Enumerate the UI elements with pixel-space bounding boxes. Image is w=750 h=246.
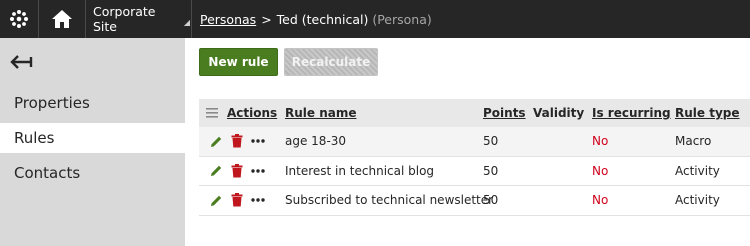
top-bar: Corporate Site ◢ Personas > Ted (technic… bbox=[0, 0, 750, 38]
delete-button[interactable] bbox=[229, 192, 245, 208]
is-recurring-cell: No bbox=[592, 193, 609, 208]
breadcrumb-current: Ted (technical) bbox=[276, 11, 369, 27]
breadcrumb: Personas > Ted (technical) (Persona) bbox=[192, 0, 432, 38]
more-dots-icon bbox=[251, 139, 265, 143]
breadcrumb-separator: > bbox=[261, 11, 272, 27]
more-dots-icon bbox=[251, 169, 265, 173]
breadcrumb-current-type: (Persona) bbox=[372, 11, 432, 27]
sidebar: Properties Rules Contacts bbox=[0, 38, 185, 246]
arrow-left-icon bbox=[10, 55, 33, 69]
home-icon bbox=[52, 10, 72, 28]
sidebar-item-rules[interactable]: Rules bbox=[0, 123, 185, 153]
rule-name-cell: Subscribed to technical newsletter bbox=[285, 193, 494, 208]
kentico-logo-icon bbox=[10, 10, 28, 28]
home-button[interactable] bbox=[39, 0, 85, 38]
row-actions bbox=[208, 157, 271, 186]
trash-icon bbox=[231, 193, 243, 207]
table-row: Interest in technical blog 50 No Activit… bbox=[199, 156, 750, 186]
is-recurring-cell: No bbox=[592, 134, 609, 149]
pencil-icon bbox=[210, 195, 221, 206]
rule-name-cell: age 18-30 bbox=[285, 134, 347, 149]
edit-button[interactable] bbox=[208, 192, 224, 208]
pencil-icon bbox=[210, 136, 221, 147]
breadcrumb-link-personas[interactable]: Personas bbox=[200, 12, 256, 27]
header-is-recurring[interactable]: Is recurring bbox=[592, 99, 671, 127]
edit-button[interactable] bbox=[208, 133, 224, 149]
table-row: Subscribed to technical newsletter 50 No… bbox=[199, 186, 750, 216]
recalculate-button: Recalculate bbox=[284, 48, 378, 76]
new-rule-button[interactable]: New rule bbox=[199, 48, 278, 76]
rule-type-cell: Macro bbox=[675, 134, 712, 149]
app-logo[interactable] bbox=[0, 0, 38, 38]
edit-button[interactable] bbox=[208, 163, 224, 179]
header-rule-name[interactable]: Rule name bbox=[285, 99, 357, 127]
header-rule-type[interactable]: Rule type bbox=[675, 99, 740, 127]
trash-icon bbox=[231, 134, 243, 148]
sidebar-item-contacts[interactable]: Contacts bbox=[0, 158, 185, 188]
caret-down-icon: ◢ bbox=[183, 17, 190, 27]
row-actions bbox=[208, 127, 271, 156]
column-menu-icon bbox=[206, 108, 218, 118]
is-recurring-cell: No bbox=[592, 163, 609, 178]
more-dots-icon bbox=[251, 198, 265, 202]
delete-button[interactable] bbox=[229, 163, 245, 179]
points-cell: 50 bbox=[483, 193, 499, 208]
points-cell: 50 bbox=[483, 163, 499, 178]
sidebar-item-properties[interactable]: Properties bbox=[0, 88, 185, 118]
site-selector[interactable]: Corporate Site ◢ bbox=[86, 0, 190, 38]
site-selector-label: Corporate Site bbox=[93, 4, 156, 34]
rules-table: Actions Rule name Points Validity Is rec… bbox=[199, 99, 750, 216]
more-actions-button[interactable] bbox=[250, 192, 266, 208]
header-points[interactable]: Points bbox=[483, 99, 526, 127]
rule-type-cell: Activity bbox=[675, 163, 720, 178]
rule-name-cell: Interest in technical blog bbox=[285, 163, 435, 178]
rule-type-cell: Activity bbox=[675, 193, 720, 208]
more-actions-button[interactable] bbox=[250, 133, 266, 149]
trash-icon bbox=[231, 163, 243, 178]
column-menu-button[interactable] bbox=[206, 99, 218, 127]
header-validity: Validity bbox=[533, 106, 585, 120]
more-actions-button[interactable] bbox=[250, 163, 266, 179]
table-row: age 18-30 50 No Macro bbox=[199, 127, 750, 157]
points-cell: 50 bbox=[483, 134, 499, 149]
pencil-icon bbox=[210, 166, 221, 177]
header-actions[interactable]: Actions bbox=[227, 99, 277, 127]
row-actions bbox=[208, 186, 271, 215]
delete-button[interactable] bbox=[229, 133, 245, 149]
table-header: Actions Rule name Points Validity Is rec… bbox=[199, 99, 750, 127]
back-button[interactable] bbox=[10, 52, 36, 74]
